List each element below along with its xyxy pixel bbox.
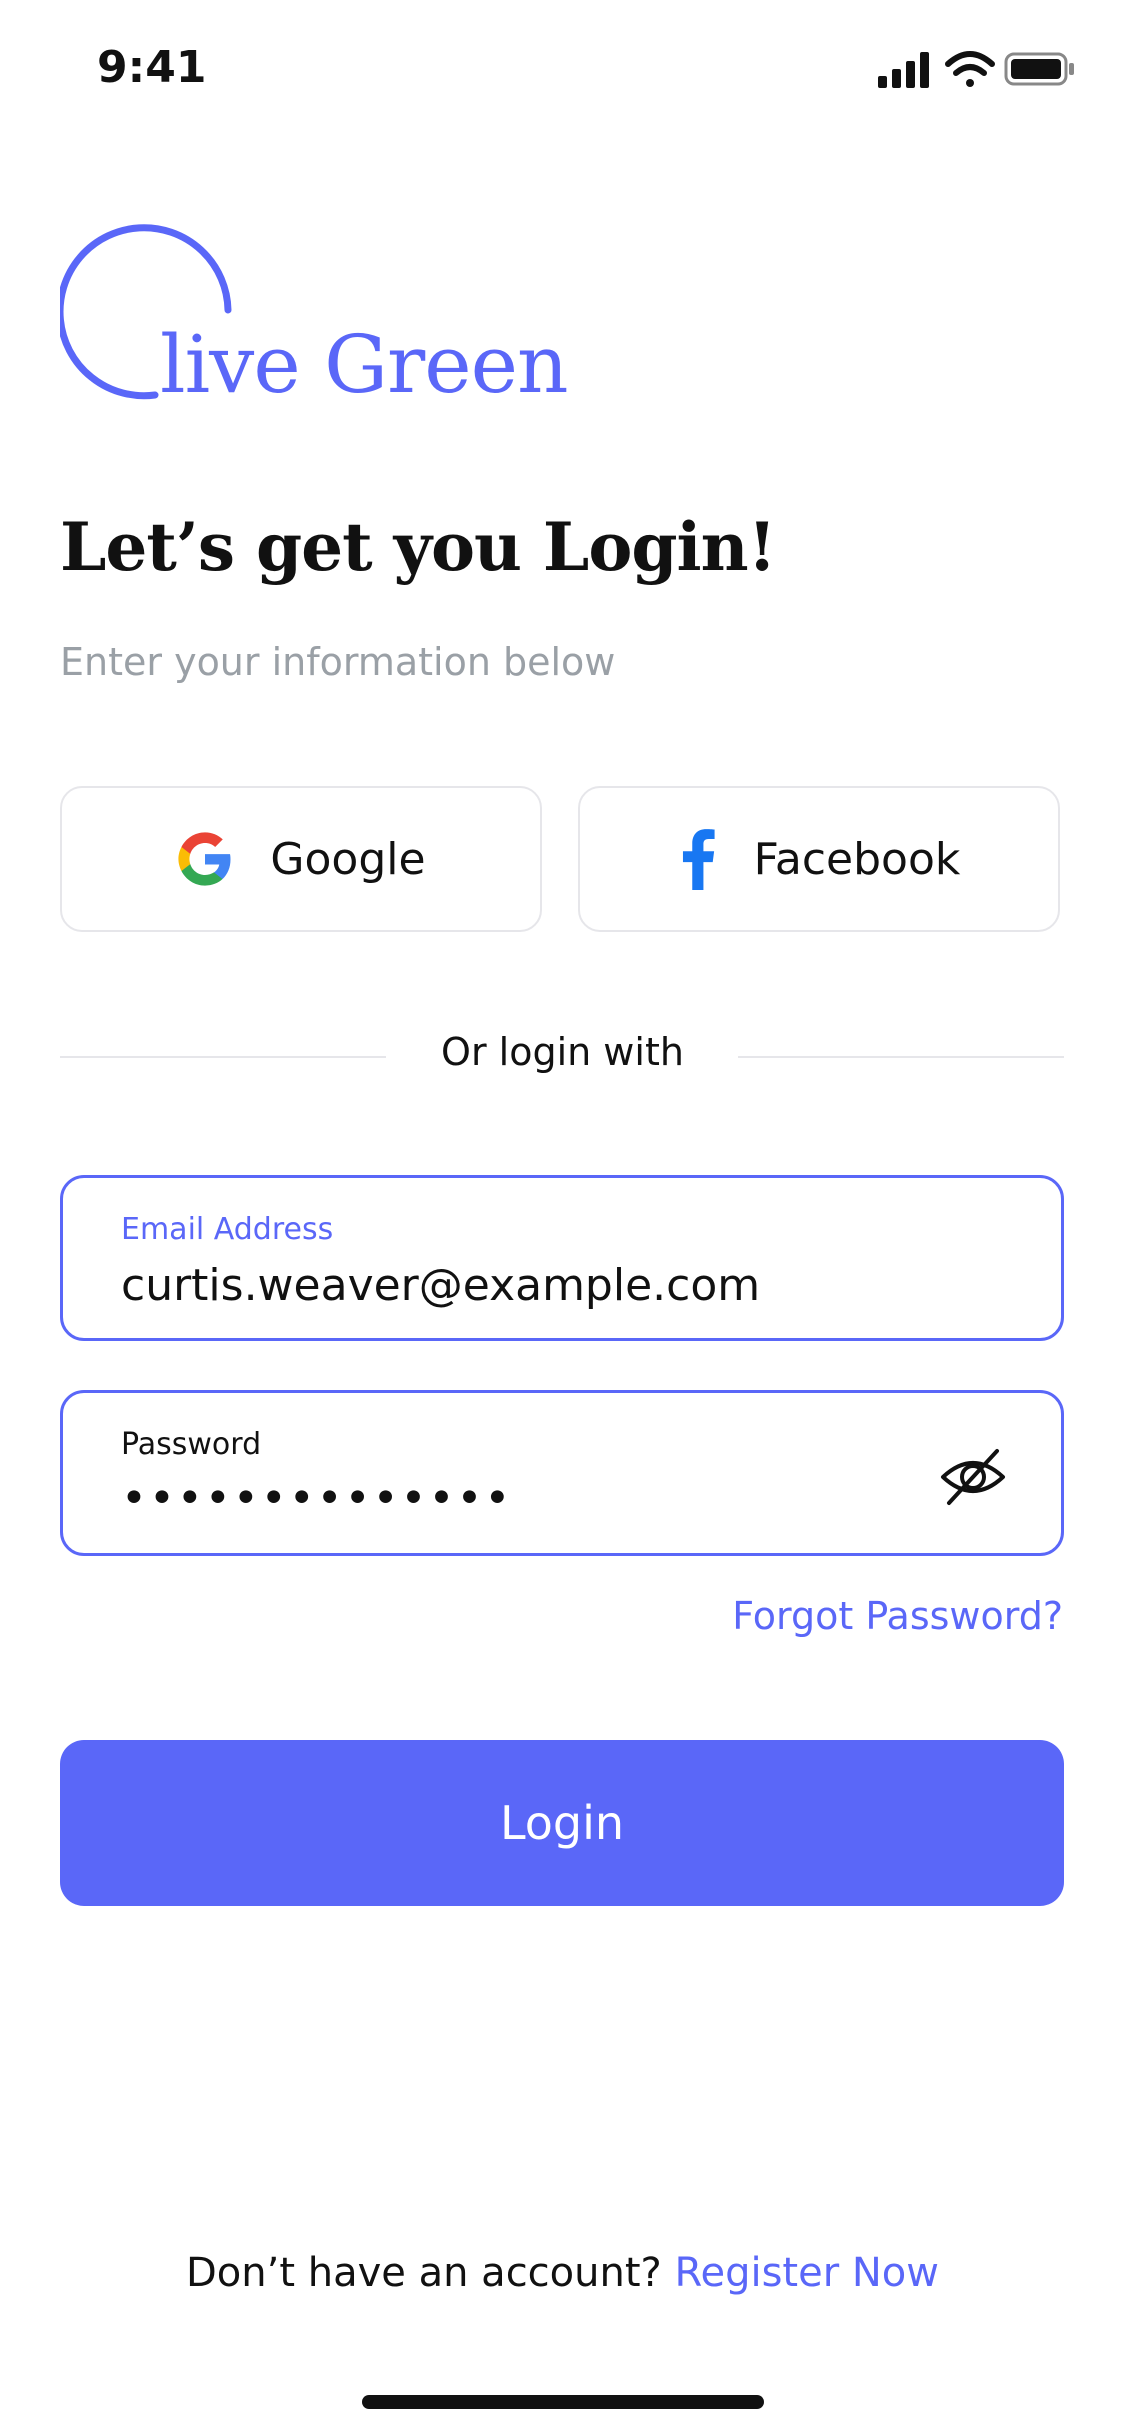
logo-text: live Green xyxy=(160,318,568,411)
google-icon xyxy=(178,832,231,886)
page-subtitle: Enter your information below xyxy=(60,640,616,684)
password-label: Password xyxy=(121,1427,262,1462)
google-login-button[interactable]: Google xyxy=(60,786,542,932)
forgot-password-link[interactable]: Forgot Password? xyxy=(732,1594,1063,1638)
divider-text: Or login with xyxy=(441,1030,684,1074)
password-value[interactable]: •••••••••••••• xyxy=(121,1473,512,1524)
register-prompt: Don’t have an account? Register Now xyxy=(0,2250,1125,2296)
password-field[interactable]: Password •••••••••••••• xyxy=(60,1390,1064,1556)
email-field[interactable]: Email Address curtis.weaver@example.com xyxy=(60,1175,1064,1341)
home-indicator[interactable] xyxy=(362,2395,764,2409)
email-label: Email Address xyxy=(121,1212,334,1247)
page-title: Let’s get you Login! xyxy=(60,508,777,586)
facebook-label: Facebook xyxy=(753,833,961,885)
facebook-login-button[interactable]: Facebook xyxy=(578,786,1060,932)
register-prompt-text: Don’t have an account? xyxy=(186,2250,662,2296)
register-now-link[interactable]: Register Now xyxy=(674,2250,939,2296)
status-icons xyxy=(878,51,1074,88)
status-time: 9:41 xyxy=(97,42,207,93)
email-value[interactable]: curtis.weaver@example.com xyxy=(121,1260,760,1311)
battery-icon xyxy=(1004,52,1074,86)
wifi-icon xyxy=(945,51,995,87)
facebook-icon xyxy=(682,829,715,890)
google-label: Google xyxy=(270,833,426,885)
eye-off-icon[interactable] xyxy=(937,1441,1009,1513)
signal-icon xyxy=(878,52,929,88)
login-button[interactable]: Login xyxy=(60,1740,1064,1906)
